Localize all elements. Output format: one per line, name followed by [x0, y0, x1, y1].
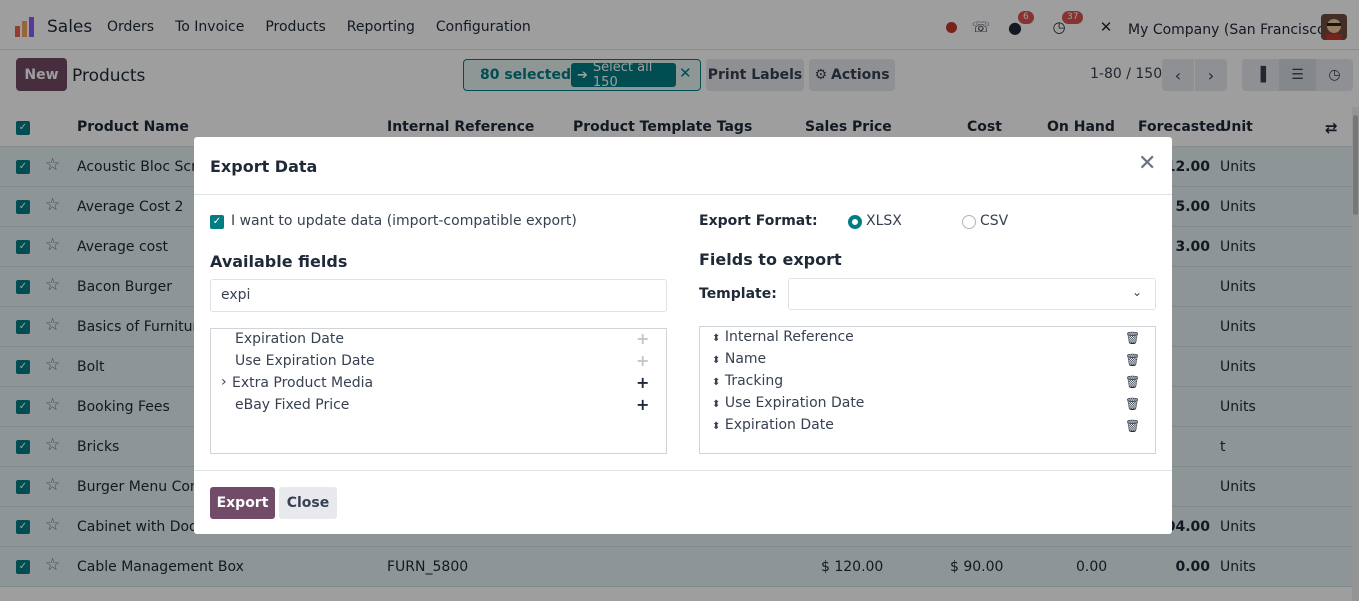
- available-fields-title: Available fields: [210, 252, 348, 271]
- drag-handle-icon[interactable]: ⬍: [712, 377, 720, 388]
- export-field-row[interactable]: ⬍ Use Expiration Date: [712, 395, 864, 411]
- trash-icon[interactable]: 🗑: [1125, 419, 1140, 433]
- available-field-expiration-date[interactable]: Expiration Date: [235, 331, 344, 347]
- dialog-footer: Export Close: [194, 470, 1172, 534]
- trash-icon[interactable]: 🗑: [1125, 375, 1140, 389]
- export-format-label: Export Format:: [699, 213, 818, 229]
- field-search-input[interactable]: expi: [210, 279, 667, 312]
- xlsx-radio[interactable]: [848, 215, 862, 229]
- add-field-plus-icon[interactable]: +: [636, 351, 649, 370]
- export-button[interactable]: Export: [210, 487, 275, 519]
- import-compatible-label[interactable]: I want to update data (import-compatible…: [231, 213, 577, 229]
- fields-to-export-title: Fields to export: [699, 250, 842, 269]
- export-field-row[interactable]: ⬍ Tracking: [712, 373, 783, 389]
- export-field-row[interactable]: ⬍ Name: [712, 351, 766, 367]
- drag-handle-icon[interactable]: ⬍: [712, 399, 720, 410]
- chevron-down-icon: ⌄: [1132, 285, 1143, 299]
- close-icon[interactable]: ✕: [1138, 153, 1156, 175]
- dialog-header: Export Data ✕: [194, 137, 1172, 195]
- csv-radio[interactable]: [962, 215, 976, 229]
- export-field-label: Name: [724, 351, 767, 367]
- available-field-ebay-fixed-price[interactable]: eBay Fixed Price: [235, 397, 349, 413]
- trash-icon[interactable]: 🗑: [1125, 331, 1140, 345]
- template-select[interactable]: ⌄: [788, 278, 1156, 310]
- trash-icon[interactable]: 🗑: [1125, 397, 1140, 411]
- add-field-plus-icon[interactable]: +: [636, 329, 649, 348]
- trash-icon[interactable]: 🗑: [1125, 353, 1140, 367]
- dialog-title: Export Data: [210, 157, 318, 176]
- drag-handle-icon[interactable]: ⬍: [712, 355, 720, 366]
- export-field-label: Use Expiration Date: [724, 395, 865, 411]
- available-field-use-expiration-date[interactable]: Use Expiration Date: [235, 353, 375, 369]
- export-field-label: Expiration Date: [724, 417, 834, 433]
- csv-label[interactable]: CSV: [980, 213, 1008, 229]
- export-field-label: Internal Reference: [724, 329, 854, 345]
- export-field-label: Tracking: [724, 373, 784, 389]
- export-fields-list: ⬍ Internal Reference 🗑 ⬍ Name 🗑 ⬍ Tracki…: [699, 326, 1156, 454]
- chevron-right-icon[interactable]: ›: [221, 374, 227, 390]
- available-field-extra-product-media[interactable]: Extra Product Media: [232, 375, 373, 391]
- drag-handle-icon[interactable]: ⬍: [712, 333, 720, 344]
- drag-handle-icon[interactable]: ⬍: [712, 421, 720, 432]
- close-button[interactable]: Close: [279, 487, 337, 519]
- template-label: Template:: [699, 286, 777, 302]
- available-fields-list: Expiration Date + Use Expiration Date + …: [210, 328, 667, 454]
- export-dialog: Export Data ✕ ✓ I want to update data (i…: [194, 137, 1172, 534]
- xlsx-label[interactable]: XLSX: [866, 213, 902, 229]
- export-field-row[interactable]: ⬍ Internal Reference: [712, 329, 854, 345]
- add-field-plus-icon[interactable]: +: [636, 395, 649, 414]
- export-field-row[interactable]: ⬍ Expiration Date: [712, 417, 834, 433]
- add-field-plus-icon[interactable]: +: [636, 373, 649, 392]
- import-compatible-checkbox[interactable]: ✓: [210, 215, 224, 229]
